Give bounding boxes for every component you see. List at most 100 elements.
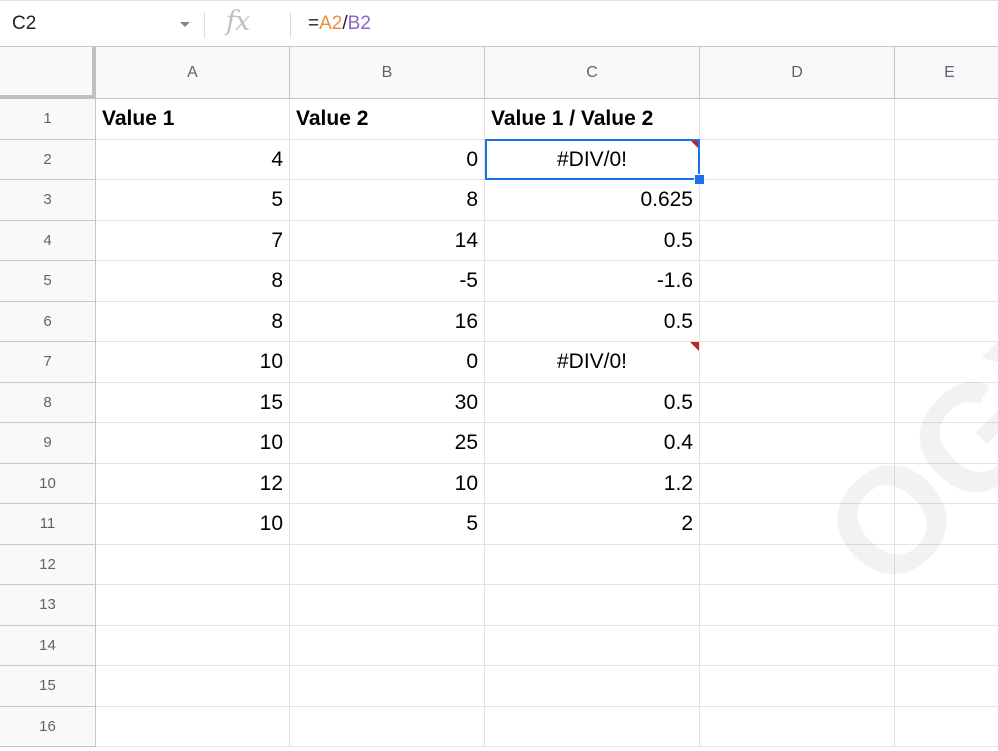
row-header-1[interactable]: 1 — [0, 99, 96, 140]
cell-d6[interactable] — [700, 301, 895, 342]
cell-c1[interactable]: Value 1 / Value 2 — [485, 99, 700, 140]
cell-c3[interactable]: 0.625 — [485, 180, 700, 221]
cell-e6[interactable] — [895, 302, 998, 342]
cell-e1[interactable] — [895, 99, 998, 140]
cell-c11[interactable]: 2 — [485, 504, 700, 545]
cell-c13[interactable] — [485, 585, 700, 626]
cell-e16[interactable] — [895, 707, 998, 747]
cell-b6[interactable]: 16 — [290, 301, 485, 342]
column-header-b[interactable]: B — [290, 47, 485, 99]
cell-d1[interactable] — [700, 99, 895, 140]
cell-a15[interactable] — [96, 666, 290, 707]
cell-a12[interactable] — [96, 544, 290, 585]
cell-e5[interactable] — [895, 261, 998, 302]
cell-c7[interactable]: #DIV/0! — [485, 342, 700, 383]
row-header-6[interactable]: 6 — [0, 301, 96, 342]
row-header-11[interactable]: 11 — [0, 504, 96, 545]
cell-b7[interactable]: 0 — [290, 342, 485, 383]
cell-b1[interactable]: Value 2 — [290, 99, 485, 140]
cell-d13[interactable] — [700, 585, 895, 626]
row-header-4[interactable]: 4 — [0, 220, 96, 261]
cell-b3[interactable]: 8 — [290, 180, 485, 221]
column-header-c[interactable]: C — [485, 47, 700, 99]
cell-d4[interactable] — [700, 220, 895, 261]
cell-d15[interactable] — [700, 666, 895, 707]
cell-d12[interactable] — [700, 544, 895, 585]
cell-c9[interactable]: 0.4 — [485, 423, 700, 464]
cell-c16[interactable] — [485, 706, 700, 747]
error-indicator-icon[interactable] — [690, 342, 699, 351]
cell-b13[interactable] — [290, 585, 485, 626]
name-box[interactable]: C2 — [12, 13, 36, 35]
row-header-2[interactable]: 2 — [0, 139, 96, 180]
cell-d9[interactable] — [700, 423, 895, 464]
cell-e2[interactable] — [895, 140, 998, 180]
cell-a16[interactable] — [96, 706, 290, 747]
cell-c12[interactable] — [485, 544, 700, 585]
row-header-14[interactable]: 14 — [0, 625, 96, 666]
error-indicator-icon[interactable] — [690, 139, 699, 149]
cell-d5[interactable] — [700, 261, 895, 302]
row-header-16[interactable]: 16 — [0, 706, 96, 747]
column-header-e[interactable]: E — [895, 47, 998, 99]
cell-a2[interactable]: 4 — [96, 139, 290, 180]
cell-c8[interactable]: 0.5 — [485, 382, 700, 423]
name-box-dropdown-icon[interactable] — [180, 22, 190, 27]
cell-c2[interactable]: #DIV/0! — [485, 139, 700, 180]
cell-c10[interactable]: 1.2 — [485, 463, 700, 504]
cell-d3[interactable] — [700, 180, 895, 221]
cell-c4[interactable]: 0.5 — [485, 220, 700, 261]
cell-a6[interactable]: 8 — [96, 301, 290, 342]
cell-a7[interactable]: 10 — [96, 342, 290, 383]
row-header-7[interactable]: 7 — [0, 342, 96, 383]
row-header-5[interactable]: 5 — [0, 261, 96, 302]
cell-d8[interactable] — [700, 382, 895, 423]
cell-b15[interactable] — [290, 666, 485, 707]
cell-e13[interactable] — [895, 585, 998, 626]
cell-e3[interactable] — [895, 180, 998, 221]
cell-a8[interactable]: 15 — [96, 382, 290, 423]
cell-b5[interactable]: -5 — [290, 261, 485, 302]
cell-d10[interactable] — [700, 463, 895, 504]
cell-d7[interactable] — [700, 342, 895, 383]
cell-c14[interactable] — [485, 625, 700, 666]
fill-handle[interactable] — [694, 174, 705, 185]
cell-e11[interactable] — [895, 504, 998, 545]
row-header-10[interactable]: 10 — [0, 463, 96, 504]
row-header-13[interactable]: 13 — [0, 585, 96, 626]
cell-e4[interactable] — [895, 221, 998, 261]
cell-b16[interactable] — [290, 706, 485, 747]
cell-b10[interactable]: 10 — [290, 463, 485, 504]
cell-d11[interactable] — [700, 504, 895, 545]
row-header-8[interactable]: 8 — [0, 382, 96, 423]
cell-e10[interactable] — [895, 464, 998, 504]
cell-a4[interactable]: 7 — [96, 220, 290, 261]
select-all-corner[interactable] — [0, 47, 96, 99]
cell-a3[interactable]: 5 — [96, 180, 290, 221]
row-header-12[interactable]: 12 — [0, 544, 96, 585]
formula-input[interactable]: =A2/B2 — [308, 13, 371, 35]
cell-a10[interactable]: 12 — [96, 463, 290, 504]
cell-a11[interactable]: 10 — [96, 504, 290, 545]
cell-a13[interactable] — [96, 585, 290, 626]
cell-e8[interactable] — [895, 383, 998, 423]
cell-b8[interactable]: 30 — [290, 382, 485, 423]
cell-c6[interactable]: 0.5 — [485, 301, 700, 342]
row-header-15[interactable]: 15 — [0, 666, 96, 707]
cell-b2[interactable]: 0 — [290, 139, 485, 180]
cell-a5[interactable]: 8 — [96, 261, 290, 302]
cell-d16[interactable] — [700, 706, 895, 747]
cell-e9[interactable] — [895, 423, 998, 464]
cell-e15[interactable] — [895, 666, 998, 707]
cell-b11[interactable]: 5 — [290, 504, 485, 545]
cell-c5[interactable]: -1.6 — [485, 261, 700, 302]
cell-d2[interactable] — [700, 139, 895, 180]
cell-a14[interactable] — [96, 625, 290, 666]
cell-a1[interactable]: Value 1 — [96, 99, 290, 140]
cell-e14[interactable] — [895, 626, 998, 666]
cell-c15[interactable] — [485, 666, 700, 707]
cell-b12[interactable] — [290, 544, 485, 585]
row-header-3[interactable]: 3 — [0, 180, 96, 221]
cell-e12[interactable] — [895, 545, 998, 585]
cell-b14[interactable] — [290, 625, 485, 666]
